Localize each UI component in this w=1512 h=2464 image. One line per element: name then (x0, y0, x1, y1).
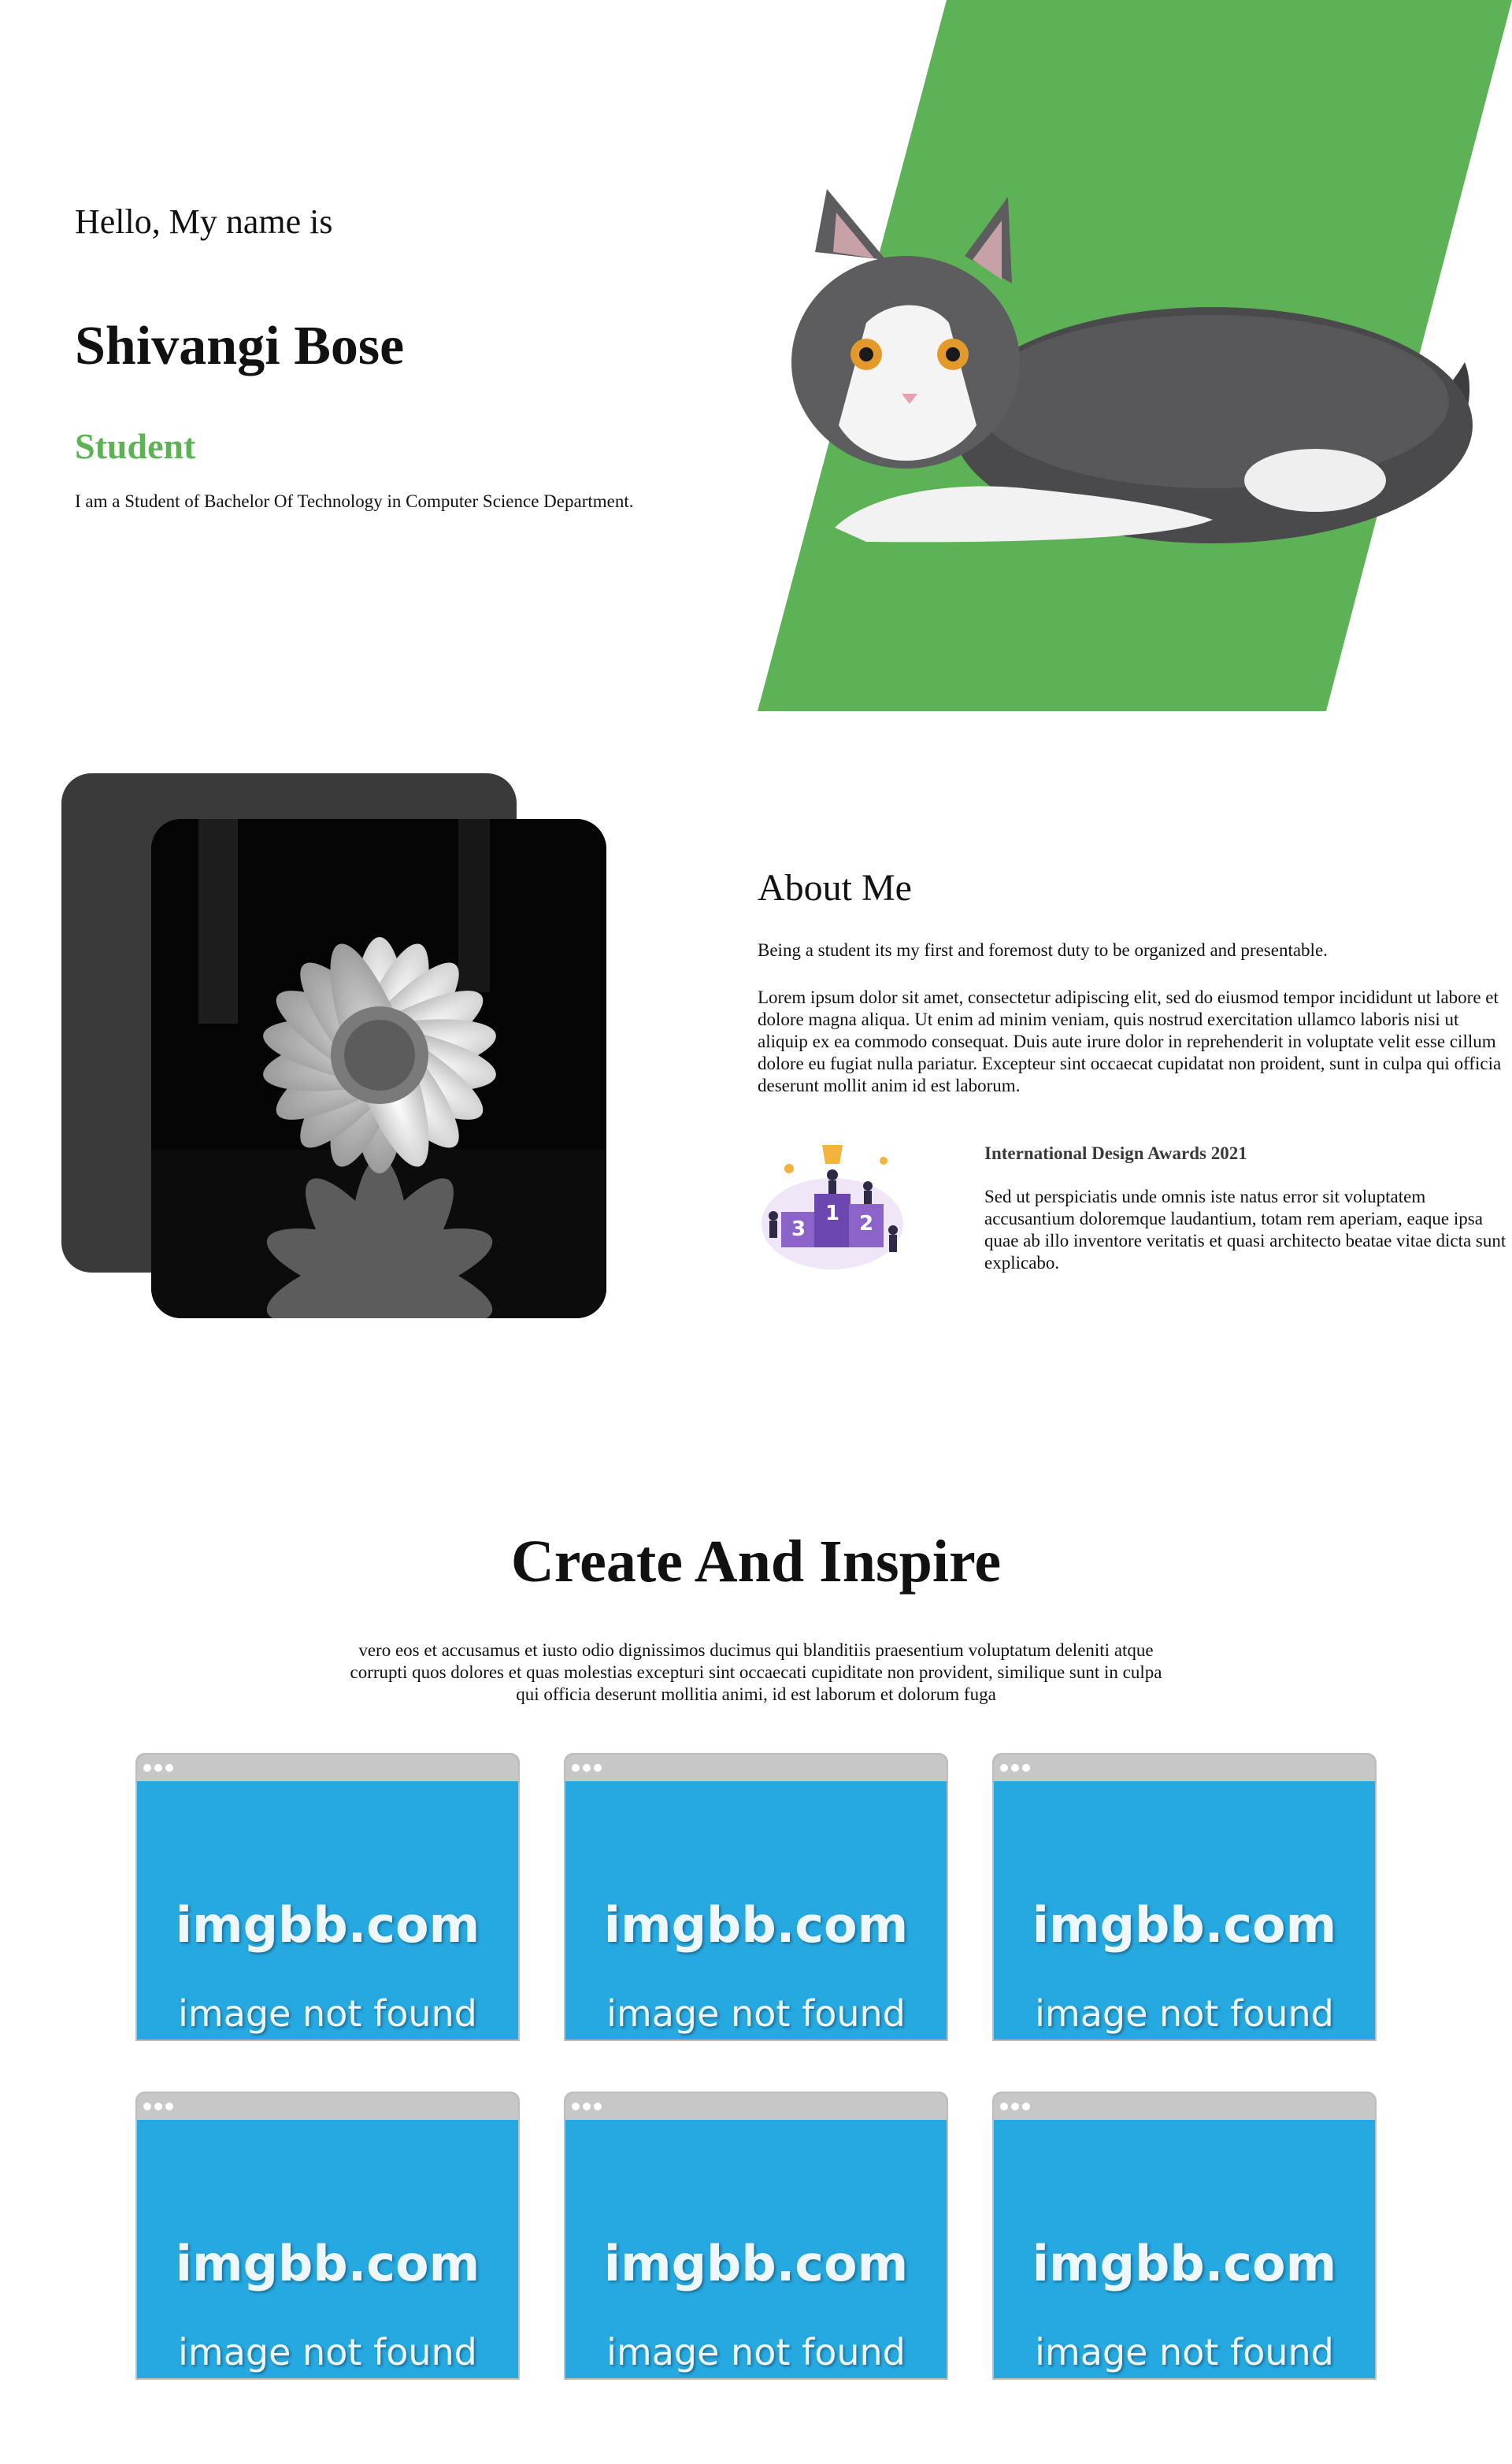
window-dot-icon (154, 2103, 162, 2110)
card-message: image not found (606, 1992, 906, 2035)
portfolio-card[interactable]: imgbb.com image not found (992, 1753, 1377, 2041)
card-window-bar (137, 1754, 518, 1781)
window-dot-icon (583, 2103, 591, 2110)
hero-name: Shivangi Bose (75, 316, 405, 376)
card-window-bar (137, 2093, 518, 2120)
card-brand: imgbb.com (175, 2235, 480, 2292)
portfolio-card[interactable]: imgbb.com image not found (135, 2092, 520, 2380)
cat-photo (791, 189, 1473, 543)
card-message: image not found (178, 1992, 477, 2035)
window-dot-icon (594, 2103, 602, 2110)
hero-section: Hello, My name is Shivangi Bose Student … (0, 0, 1512, 711)
podium-label-3: 3 (791, 1217, 806, 1241)
card-window-bar (994, 1754, 1375, 1781)
portfolio-card[interactable]: imgbb.com image not found (135, 1753, 520, 2041)
window-dot-icon (1011, 2103, 1019, 2110)
window-dot-icon (1000, 1764, 1008, 1772)
card-message: image not found (606, 2331, 906, 2373)
card-window-bar (565, 2093, 947, 2120)
portfolio-card[interactable]: imgbb.com image not found (564, 2092, 948, 2380)
portfolio-card[interactable]: imgbb.com image not found (564, 1753, 948, 2041)
portfolio-card[interactable]: imgbb.com image not found (992, 2092, 1377, 2380)
card-message: image not found (178, 2331, 477, 2373)
card-brand: imgbb.com (1032, 2235, 1337, 2292)
window-dot-icon (165, 2103, 173, 2110)
window-dot-icon (165, 1764, 173, 1772)
about-body: Lorem ipsum dolor sit amet, consectetur … (758, 987, 1502, 1095)
card-brand: imgbb.com (603, 1896, 909, 1954)
card-message: image not found (1035, 1992, 1334, 2035)
window-dot-icon (594, 1764, 602, 1772)
about-lead: Being a student its my first and foremos… (758, 940, 1328, 960)
award-text: Sed ut perspiciatis unde omnis iste natu… (984, 1187, 1506, 1273)
window-dot-icon (143, 1764, 151, 1772)
window-dot-icon (154, 1764, 162, 1772)
flower-photo (151, 819, 606, 1318)
window-dot-icon (1011, 1764, 1019, 1772)
flower-illustration (151, 819, 606, 1318)
card-brand: imgbb.com (1032, 1896, 1337, 1954)
window-dot-icon (583, 1764, 591, 1772)
hero-role: Student (75, 426, 196, 466)
window-dot-icon (572, 1764, 580, 1772)
hero-description: I am a Student of Bachelor Of Technology… (75, 491, 634, 511)
award-title: International Design Awards 2021 (984, 1143, 1247, 1163)
create-description: vero eos et accusamus et iusto odio dign… (350, 1640, 1162, 1704)
card-window-bar (994, 2093, 1375, 2120)
window-dot-icon (1000, 2103, 1008, 2110)
window-dot-icon (1022, 2103, 1030, 2110)
create-title: Create And Inspire (510, 1528, 1002, 1595)
award-podium-illustration: 3 1 2 (762, 1145, 903, 1269)
card-brand: imgbb.com (603, 2235, 909, 2292)
card-window-bar (565, 1754, 947, 1781)
card-message: image not found (1035, 2331, 1334, 2373)
podium-label-2: 2 (859, 1212, 873, 1236)
podium-label-1: 1 (825, 1202, 839, 1225)
window-dot-icon (572, 2103, 580, 2110)
hero-greeting: Hello, My name is (75, 202, 333, 241)
about-title: About Me (758, 867, 912, 909)
card-brand: imgbb.com (175, 1896, 480, 1954)
window-dot-icon (143, 2103, 151, 2110)
window-dot-icon (1022, 1764, 1030, 1772)
